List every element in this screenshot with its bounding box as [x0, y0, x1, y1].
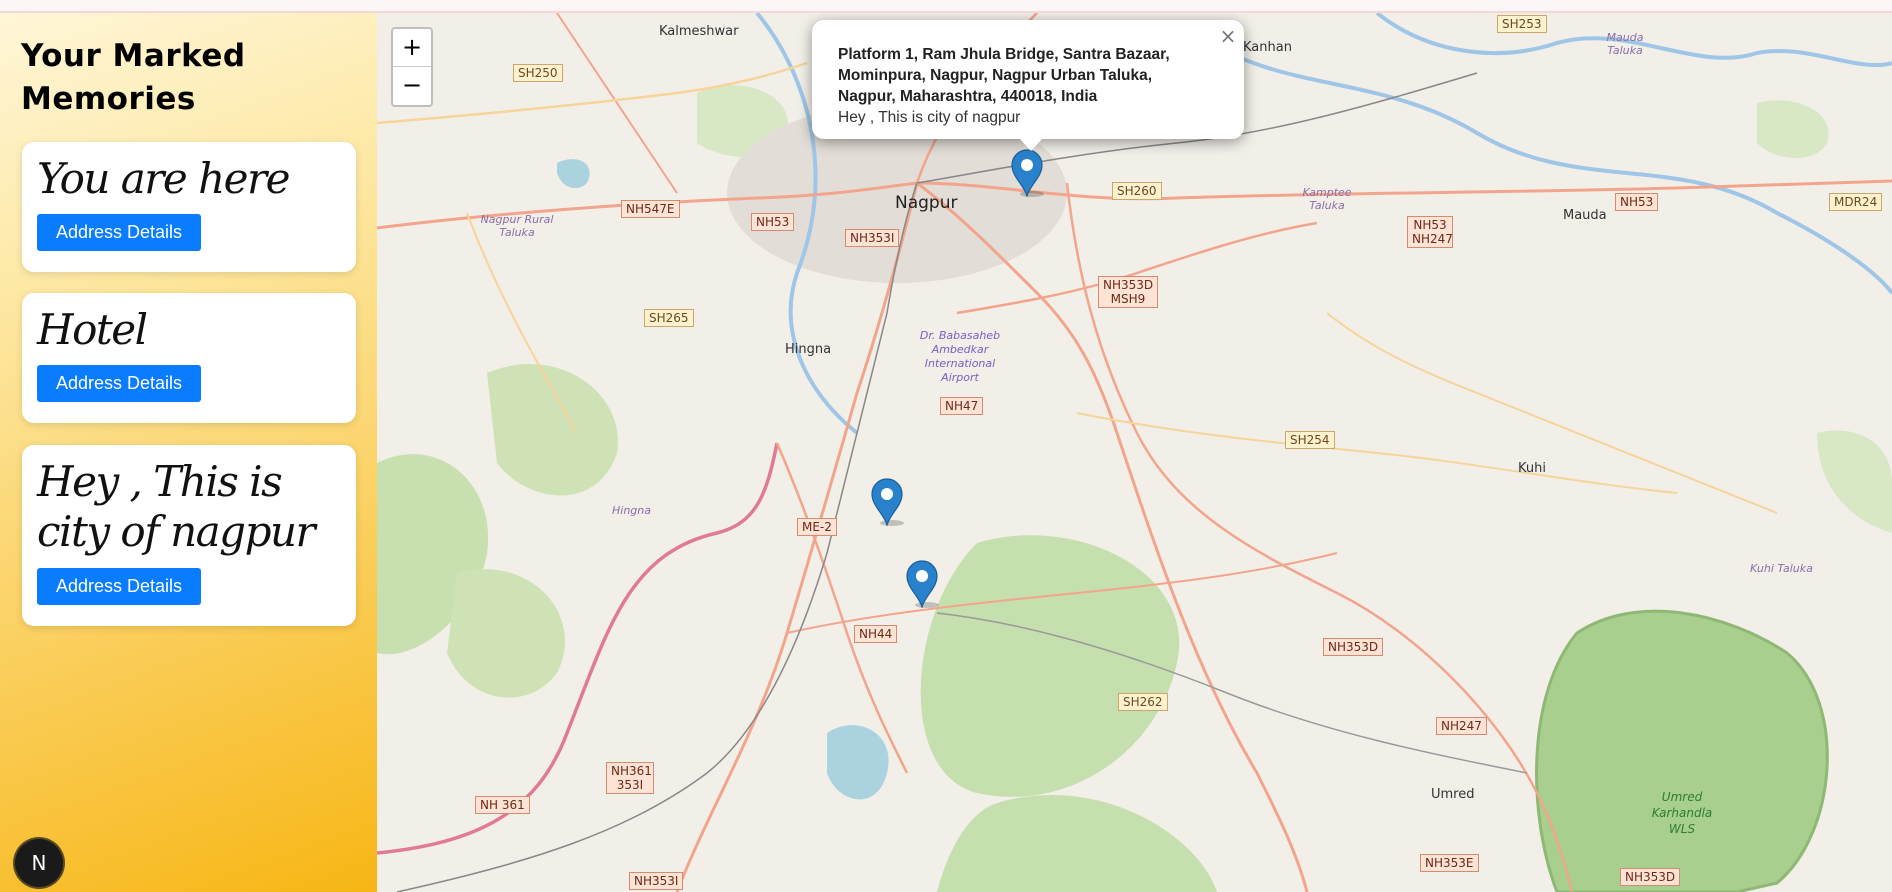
map-marker-pin-icon[interactable] — [870, 478, 904, 526]
place-label: Kalmeshwar — [659, 24, 739, 39]
zoom-in-button[interactable]: + — [393, 29, 431, 67]
road-shield: NH53 — [751, 213, 795, 231]
popup-close-icon[interactable]: × — [1218, 24, 1238, 48]
area-label: Hingna — [612, 504, 651, 517]
memory-card-title: Hotel — [37, 305, 148, 354]
road-shield: SH254 — [1285, 431, 1335, 449]
map-tiles — [377, 13, 1892, 892]
popup-address: Platform 1, Ram Jhula Bridge, Santra Baz… — [838, 46, 1170, 105]
road-shield: SH250 — [513, 64, 563, 82]
memory-card-nagpur[interactable]: Hey , This is city of nagpur Address Det… — [22, 445, 356, 626]
nextjs-badge-icon[interactable]: N — [15, 839, 63, 887]
memory-card-you-are-here[interactable]: You are here Address Details — [22, 142, 356, 272]
road-shield: NH361 353I — [606, 762, 654, 794]
road-shield: NH353D — [1620, 868, 1681, 886]
map-view[interactable]: + − Kalmeshwar Kanhan Mauda Nagpur Hingn… — [377, 13, 1892, 892]
top-border — [0, 0, 1892, 13]
road-shield: ME-2 — [797, 518, 837, 536]
road-shield: SH260 — [1112, 182, 1162, 200]
area-label: Kamptee Taluka — [1302, 186, 1352, 212]
area-label: Nagpur Rural Taluka — [480, 213, 554, 239]
place-label: Mauda — [1563, 208, 1607, 223]
address-details-button[interactable]: Address Details — [37, 568, 201, 605]
popup-note: Hey , This is city of nagpur — [838, 109, 1021, 126]
road-shield: NH53 — [1615, 193, 1659, 211]
place-label: Hingna — [785, 342, 832, 357]
road-shield: NH353I — [845, 229, 900, 247]
road-shield: NH247 — [1436, 717, 1487, 735]
road-shield: NH547E — [621, 200, 680, 218]
place-label: Umred — [1431, 787, 1475, 802]
popup-tip — [1019, 138, 1043, 151]
memory-card-title: Hey , This is city of nagpur — [37, 457, 316, 556]
place-label-city: Nagpur — [895, 193, 958, 213]
zoom-out-button[interactable]: − — [393, 67, 431, 104]
sidebar-title: Your Marked Memories — [21, 38, 246, 117]
road-shield: NH 361 — [475, 796, 530, 814]
road-shield: SH262 — [1118, 693, 1168, 711]
area-label: Kuhi Taluka — [1750, 562, 1813, 575]
place-label: Kanhan — [1243, 40, 1292, 55]
road-shield: NH353I — [629, 872, 684, 890]
map-marker-pin-icon[interactable] — [1010, 149, 1044, 197]
sidebar: Your Marked Memories You are here Addres… — [0, 13, 377, 892]
map-marker-pin-icon[interactable] — [905, 560, 939, 608]
memory-card-title: You are here — [37, 154, 290, 203]
airport-label: Dr. Babasaheb Ambedkar International Air… — [919, 329, 1001, 384]
area-label: Umred Karhandla WLS — [1651, 790, 1713, 836]
road-shield: NH53 NH247 — [1407, 216, 1453, 248]
road-shield: NH353E — [1420, 854, 1479, 872]
memory-card-hotel[interactable]: Hotel Address Details — [22, 293, 356, 423]
road-shield: NH353D — [1323, 638, 1384, 656]
area-label: Mauda Taluka — [1606, 31, 1644, 57]
road-shield: NH353D MSH9 — [1098, 276, 1158, 308]
zoom-control: + − — [391, 27, 433, 107]
place-label: Kuhi — [1518, 461, 1546, 476]
road-shield: MDR24 — [1829, 193, 1883, 211]
road-shield: NH47 — [940, 397, 984, 415]
marker-popup: × Platform 1, Ram Jhula Bridge, Santra B… — [812, 20, 1244, 139]
address-details-button[interactable]: Address Details — [37, 214, 201, 251]
road-shield: NH44 — [854, 625, 898, 643]
road-shield: SH265 — [644, 309, 694, 327]
address-details-button[interactable]: Address Details — [37, 365, 201, 402]
road-shield: SH253 — [1497, 15, 1547, 33]
